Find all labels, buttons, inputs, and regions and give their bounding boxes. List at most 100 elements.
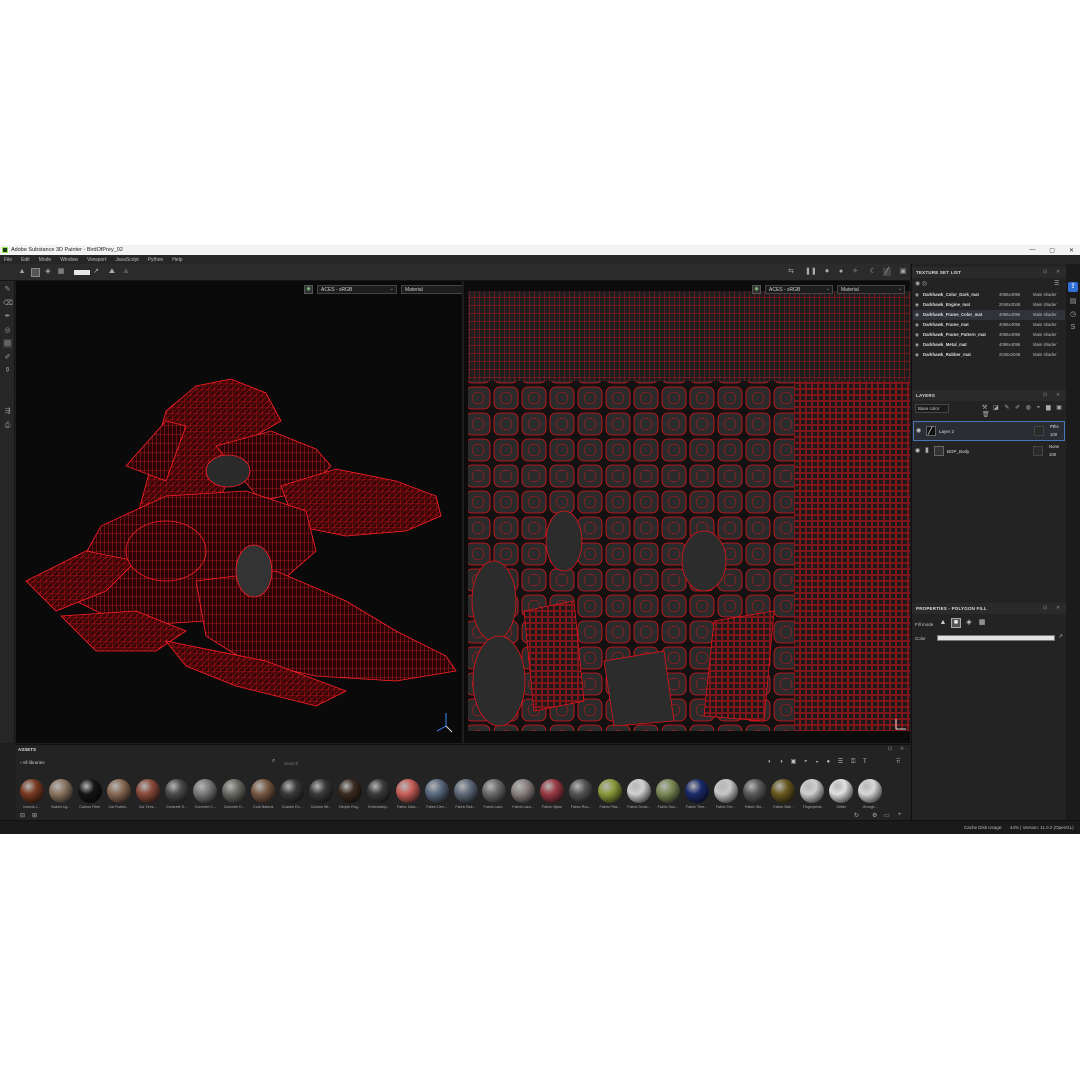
asset-thumbnail[interactable]	[771, 779, 796, 803]
texture-set-row[interactable]: ◉ Darkhawk_Color_Dark_mat 4096x4096 Main sh…	[913, 290, 1065, 300]
color-picker-icon[interactable]: ↗	[1058, 633, 1063, 640]
asset-thumbnail[interactable]	[251, 779, 276, 803]
view-toggle-icon[interactable]: ◉	[304, 285, 313, 294]
menu-edit[interactable]: Edit	[21, 257, 30, 263]
fill-color-swatch[interactable]	[937, 635, 1055, 641]
asset-thumbnail[interactable]	[106, 779, 131, 803]
menu-file[interactable]: File	[4, 257, 12, 263]
pause-icon[interactable]: ❚❚	[805, 268, 817, 276]
menu-javascript[interactable]: JavaScript	[115, 257, 138, 263]
eye-icon[interactable]: ◉	[915, 350, 919, 360]
asset-filter-icons[interactable]: ◐ ◑ ▣ ◓ ◒ ● ☰ ⚿ T	[768, 758, 870, 766]
add-icon[interactable]: +	[898, 812, 902, 818]
texture-set-row[interactable]: ◉ Darkhawk_Metal_mat 4096x4096 Main shader	[913, 340, 1065, 350]
asset-thumbnail[interactable]	[395, 779, 420, 803]
picker-tool-icon[interactable]: ◌	[3, 380, 12, 389]
bake-icon[interactable]: ⇶	[3, 407, 12, 416]
mesh-fill-icon[interactable]: ◈	[964, 618, 974, 628]
viewport-3d[interactable]: ◉ ACES - sRGB Material	[16, 281, 462, 743]
asset-thumbnail[interactable]	[858, 779, 883, 803]
mesh-fill-icon[interactable]: ◈	[44, 268, 52, 276]
color-swatch[interactable]	[74, 270, 90, 275]
eye-icon[interactable]: ◉	[915, 300, 919, 310]
triangle-fill-icon[interactable]: ▲	[938, 618, 948, 628]
grid-view-icon[interactable]: ⠿	[896, 758, 900, 765]
pin-icon[interactable]: ⊡	[1043, 390, 1047, 401]
maximize-button[interactable]: ▢	[1049, 247, 1055, 254]
polygon-fill-button[interactable]	[31, 268, 40, 277]
viewport-2d[interactable]: ◉ ACES - sRGB Material	[464, 281, 910, 743]
polygon-fill-tool-icon[interactable]: ▤	[3, 339, 12, 348]
close-button[interactable]: ✕	[1069, 247, 1074, 254]
substance-logo-icon[interactable]: S	[1068, 323, 1078, 333]
library-selector[interactable]: › All libraries	[20, 760, 45, 765]
close-panel-icon[interactable]: ✕	[1056, 603, 1060, 614]
eraser-icon[interactable]: ⌫	[3, 299, 13, 308]
asset-thumbnail[interactable]	[684, 779, 709, 803]
export-icon[interactable]: ⎙	[3, 421, 12, 430]
channel-2d-dropdown[interactable]: Material	[837, 285, 905, 294]
brush-display-icon[interactable]: ╱	[883, 268, 891, 276]
uv-fill-icon[interactable]: ▦	[977, 618, 987, 628]
texture-set-row-selected[interactable]: ◉ Darkhawk_Frame_Color_mat 4096x4096 Main s…	[913, 310, 1065, 320]
menu-viewport[interactable]: Viewport	[87, 257, 106, 263]
history-icon[interactable]: ◷	[1068, 310, 1078, 320]
render-icon[interactable]: ▣	[899, 268, 907, 276]
menu-help[interactable]: Help	[172, 257, 182, 263]
asset-thumbnail[interactable]	[655, 779, 680, 803]
folder-icon[interactable]: ▭	[884, 812, 890, 819]
search-icon[interactable]: ⌕	[272, 758, 275, 765]
asset-thumbnail[interactable]	[742, 779, 767, 803]
record-icon[interactable]: ⏺	[823, 268, 831, 276]
asset-thumbnail[interactable]	[713, 779, 738, 803]
search-input[interactable]: Search	[284, 761, 444, 766]
menu-mode[interactable]: Mode	[39, 257, 52, 263]
asset-thumbnail[interactable]	[598, 779, 622, 803]
polygon-fill-icon[interactable]: ■	[951, 618, 961, 628]
asset-thumbnail[interactable]	[829, 779, 854, 803]
asset-thumbnail[interactable]	[569, 779, 594, 803]
blend-mode[interactable]: Pths	[1050, 424, 1059, 429]
layer-name[interactable]: Layer 2	[939, 429, 954, 434]
eye-icon[interactable]: ◉	[915, 447, 920, 454]
asset-thumbnail[interactable]	[800, 779, 825, 803]
asset-thumbnail[interactable]	[309, 779, 333, 803]
triangle-fill-icon[interactable]: ▲	[18, 268, 26, 276]
visibility-toggle-icon[interactable]: ◉ ◎	[915, 280, 927, 287]
asset-thumbnail[interactable]	[48, 779, 73, 803]
eye-icon[interactable]: ◉	[915, 310, 919, 320]
blend-mode[interactable]: None	[1049, 444, 1059, 449]
asset-thumbnail[interactable]	[20, 779, 44, 803]
eye-icon[interactable]: ◉	[915, 330, 919, 340]
paint-brush-icon[interactable]: ✎	[3, 285, 12, 294]
close-panel-icon[interactable]: ✕	[1056, 267, 1060, 278]
display-settings-icon[interactable]: ▤	[1068, 297, 1078, 307]
refresh-icon[interactable]: ↻	[854, 812, 859, 819]
view-toggle-2d-icon[interactable]: ◉	[752, 285, 761, 294]
asset-thumbnail[interactable]	[135, 779, 160, 803]
pin-icon[interactable]: ⊡	[1043, 267, 1047, 278]
asset-thumbnail[interactable]	[626, 779, 651, 803]
layer-opacity[interactable]: 100	[1049, 452, 1056, 457]
asset-thumbnail[interactable]	[482, 779, 507, 803]
asset-thumbnail[interactable]	[77, 779, 102, 803]
new-folder-icon[interactable]: ⊟	[20, 812, 25, 819]
circle-icon[interactable]: ●	[837, 268, 845, 276]
texture-set-row[interactable]: ◉ Darkhawk_Frame_mat 4096x4096 Main shader	[913, 320, 1065, 330]
minimize-button[interactable]: —	[1029, 247, 1035, 253]
camera-mode-icon[interactable]: ⇆	[787, 268, 795, 276]
asset-thumbnail[interactable]	[511, 779, 536, 803]
asset-thumbnail[interactable]	[193, 779, 218, 803]
texture-set-row[interactable]: ◉ Darkhawk_Frame_Pattern_mat 4096x4096 Main…	[913, 330, 1065, 340]
texture-set-row[interactable]: ◉ Darkhawk_Rubber_mat 2048x2048 Main shader	[913, 350, 1065, 360]
share-icon[interactable]: ⇪	[1068, 282, 1078, 292]
asset-thumbnail[interactable]	[280, 779, 305, 803]
folder-icon[interactable]: ▮	[925, 446, 929, 454]
pin-icon[interactable]: ⊡	[1043, 603, 1047, 614]
clone-stamp-icon[interactable]: ⚱	[3, 366, 12, 375]
import-icon[interactable]: ⊞	[32, 812, 37, 819]
eye-icon[interactable]: ◉	[915, 340, 919, 350]
smudge-icon[interactable]: ✐	[3, 353, 12, 362]
asset-thumbnail[interactable]	[424, 779, 449, 803]
uv-fill-icon[interactable]: ▦	[57, 268, 65, 276]
